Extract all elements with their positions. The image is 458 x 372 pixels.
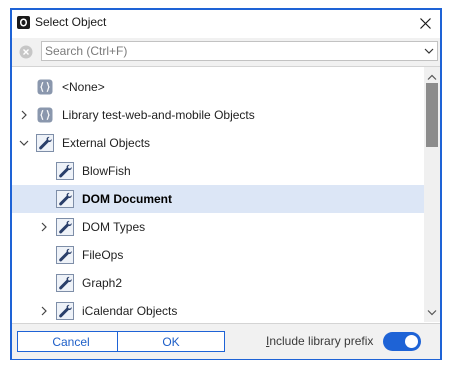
dialog-footer: Cancel OK Include library prefix	[12, 323, 440, 359]
search-row	[12, 38, 440, 67]
search-box	[41, 41, 438, 61]
cancel-button[interactable]: Cancel	[17, 331, 125, 352]
close-button[interactable]	[414, 12, 436, 34]
search-history-dropdown[interactable]	[424, 45, 434, 59]
ok-button[interactable]: OK	[117, 331, 225, 352]
scrollbar-thumb[interactable]	[426, 83, 438, 147]
tree-item[interactable]: DOM Document	[12, 185, 424, 213]
wrench-icon	[56, 246, 74, 264]
tree-item-label: BlowFish	[82, 164, 131, 178]
wrench-icon	[56, 274, 74, 292]
toggle-knob	[405, 335, 418, 348]
tree-item-label: Graph2	[82, 276, 123, 290]
tree-item[interactable]: DOM Types	[12, 213, 424, 241]
wrench-icon	[56, 302, 74, 320]
tree-item-label: iCalendar Objects	[82, 304, 178, 318]
tree-item[interactable]: iCalendar Objects	[12, 297, 424, 322]
tree-item[interactable]: Library test-web-and-mobile Objects	[12, 101, 424, 129]
chevron-down-icon	[427, 310, 437, 316]
close-icon	[420, 18, 431, 29]
tree-item[interactable]: FileOps	[12, 241, 424, 269]
search-input[interactable]	[45, 43, 405, 59]
tree-item-label: <None>	[62, 80, 105, 94]
chevron-down-icon	[424, 48, 434, 54]
chevron-right-icon[interactable]	[18, 109, 30, 121]
app-icon	[17, 16, 30, 29]
tree-item[interactable]: External Objects	[12, 129, 424, 157]
object-icon	[37, 79, 53, 95]
tree-item-label: FileOps	[82, 248, 124, 262]
clear-search-icon[interactable]	[19, 45, 33, 59]
chevron-up-icon	[427, 74, 437, 80]
tree-item[interactable]: <None>	[12, 73, 424, 101]
include-library-prefix-toggle[interactable]	[383, 332, 421, 351]
tree-item-label: External Objects	[62, 136, 151, 150]
wrench-icon	[56, 190, 74, 208]
chevron-right-icon[interactable]	[38, 305, 50, 317]
object-tree: <None> Library test-web-and-mobile Object…	[12, 67, 424, 322]
title-bar: Select Object	[12, 10, 440, 36]
tree-item-label: Library test-web-and-mobile Objects	[62, 108, 255, 122]
object-icon	[37, 107, 53, 123]
wrench-icon	[56, 218, 74, 236]
chevron-right-icon[interactable]	[38, 221, 50, 233]
tree-item-label: DOM Document	[82, 192, 172, 206]
dialog-title: Select Object	[35, 15, 107, 29]
include-library-prefix-label: Include library prefix	[266, 334, 374, 348]
select-object-dialog: Select Object <None> Library test-web-and…	[10, 8, 442, 360]
scroll-down-arrow[interactable]	[426, 306, 438, 320]
tree-item[interactable]: Graph2	[12, 269, 424, 297]
tree-item-label: DOM Types	[82, 220, 146, 234]
vertical-scrollbar[interactable]	[424, 67, 440, 322]
tree-item[interactable]: BlowFish	[12, 157, 424, 185]
wrench-icon	[36, 134, 54, 152]
wrench-icon	[56, 162, 74, 180]
chevron-down-icon[interactable]	[18, 137, 30, 149]
